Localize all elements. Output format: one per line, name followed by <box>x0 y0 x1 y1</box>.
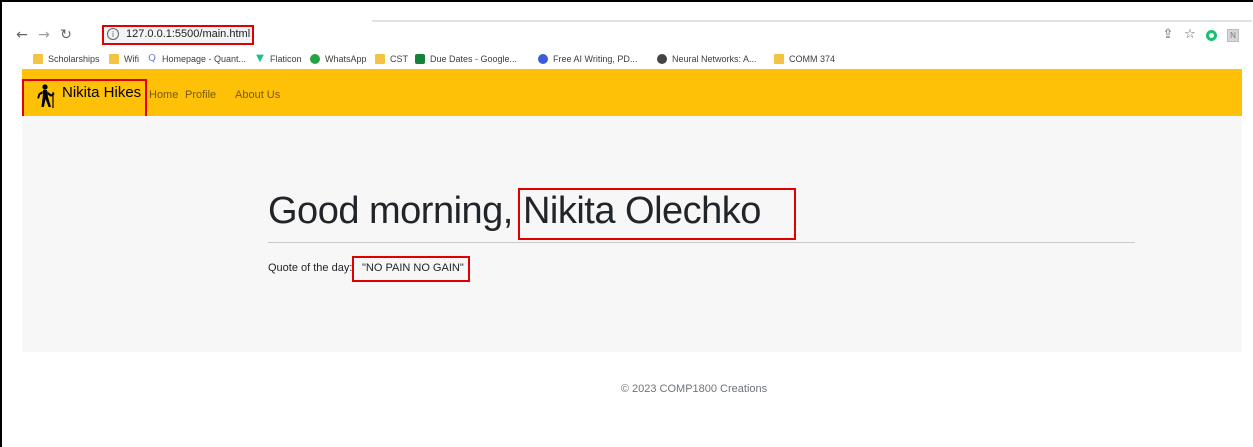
bookmark-label: Scholarships <box>48 53 100 64</box>
bookmark-item[interactable]: CST <box>375 52 408 65</box>
bookmark-item[interactable]: Wifi <box>109 52 139 65</box>
folder-icon <box>33 53 43 64</box>
tab-strip <box>2 2 1253 23</box>
greeting-prefix: Good morning, <box>268 190 513 232</box>
footer-text: © 2023 COMP1800 Creations <box>620 383 768 395</box>
ai-writing-icon <box>538 53 548 64</box>
bookmark-item[interactable]: COMM 374 <box>774 52 835 65</box>
globe-icon <box>657 53 667 64</box>
name-highlight-box <box>518 188 796 240</box>
page-footer: © 2023 COMP1800 Creations <box>0 383 1253 395</box>
quote-highlight-box: "NO PAIN NO GAIN" <box>352 256 470 282</box>
site-info-icon[interactable]: i <box>107 28 119 40</box>
quote-text: "NO PAIN NO GAIN" <box>362 262 464 274</box>
nav-link-home[interactable]: Home <box>149 89 178 101</box>
bookmark-label: Wifi <box>124 53 139 64</box>
quote-label: Quote of the day: <box>268 262 353 274</box>
quantum-icon: Q <box>148 52 156 64</box>
grammarly-extension-icon[interactable] <box>1206 30 1217 41</box>
whatsapp-icon <box>310 53 320 64</box>
bookmark-item[interactable]: Scholarships <box>33 52 100 65</box>
brand-link[interactable]: Nikita Hikes <box>22 79 147 121</box>
forward-icon[interactable]: → <box>36 26 52 44</box>
bookmark-label: Free AI Writing, PD... <box>553 53 638 64</box>
bookmark-item[interactable]: Q Homepage - Quant... <box>147 52 246 65</box>
address-bar[interactable]: i 127.0.0.1:5500/main.html <box>102 25 254 45</box>
bookmark-label: WhatsApp <box>325 53 367 64</box>
back-icon[interactable]: ← <box>14 26 30 44</box>
hiker-icon <box>37 84 55 108</box>
welcome-section: Good morning, Nikita Olechko Quote of th… <box>22 116 1242 352</box>
bookmark-label: Flaticon <box>270 53 302 64</box>
folder-icon <box>375 53 385 64</box>
folder-icon <box>109 53 119 64</box>
nav-link-profile[interactable]: Profile <box>185 89 216 101</box>
bookmark-label: CST <box>390 53 408 64</box>
bookmark-item[interactable]: Free AI Writing, PD... <box>538 52 637 65</box>
bookmark-star-icon[interactable]: ☆ <box>1182 26 1198 44</box>
url-text[interactable]: 127.0.0.1:5500/main.html <box>126 28 250 40</box>
reload-icon[interactable]: ↻ <box>58 26 74 44</box>
nav-link-about-us[interactable]: About Us <box>235 89 280 101</box>
bookmark-item[interactable]: ▼ Flaticon <box>255 52 302 65</box>
browser-toolbar: ← → ↻ i 127.0.0.1:5500/main.html ⇪ ☆ N <box>2 22 1253 48</box>
bookmark-item[interactable]: WhatsApp <box>310 52 367 65</box>
sheets-icon <box>415 53 425 64</box>
bookmark-item[interactable]: Due Dates - Google... <box>415 52 517 65</box>
share-icon[interactable]: ⇪ <box>1160 26 1176 44</box>
bookmark-label: COMM 374 <box>789 53 836 64</box>
divider <box>268 242 1135 243</box>
flaticon-icon: ▼ <box>256 52 264 64</box>
bookmarks-bar: Scholarships Wifi Q Homepage - Quant... … <box>2 48 1253 68</box>
bookmark-item[interactable]: Neural Networks: A... <box>657 52 757 65</box>
extension-icon[interactable]: N <box>1227 29 1239 42</box>
bookmark-label: Neural Networks: A... <box>672 53 757 64</box>
brand-name: Nikita Hikes <box>62 84 142 101</box>
site-navbar: Nikita Hikes Home Profile About Us <box>22 69 1242 121</box>
bookmark-label: Due Dates - Google... <box>430 53 518 64</box>
bookmark-label: Homepage - Quant... <box>162 53 247 64</box>
folder-icon <box>774 53 784 64</box>
